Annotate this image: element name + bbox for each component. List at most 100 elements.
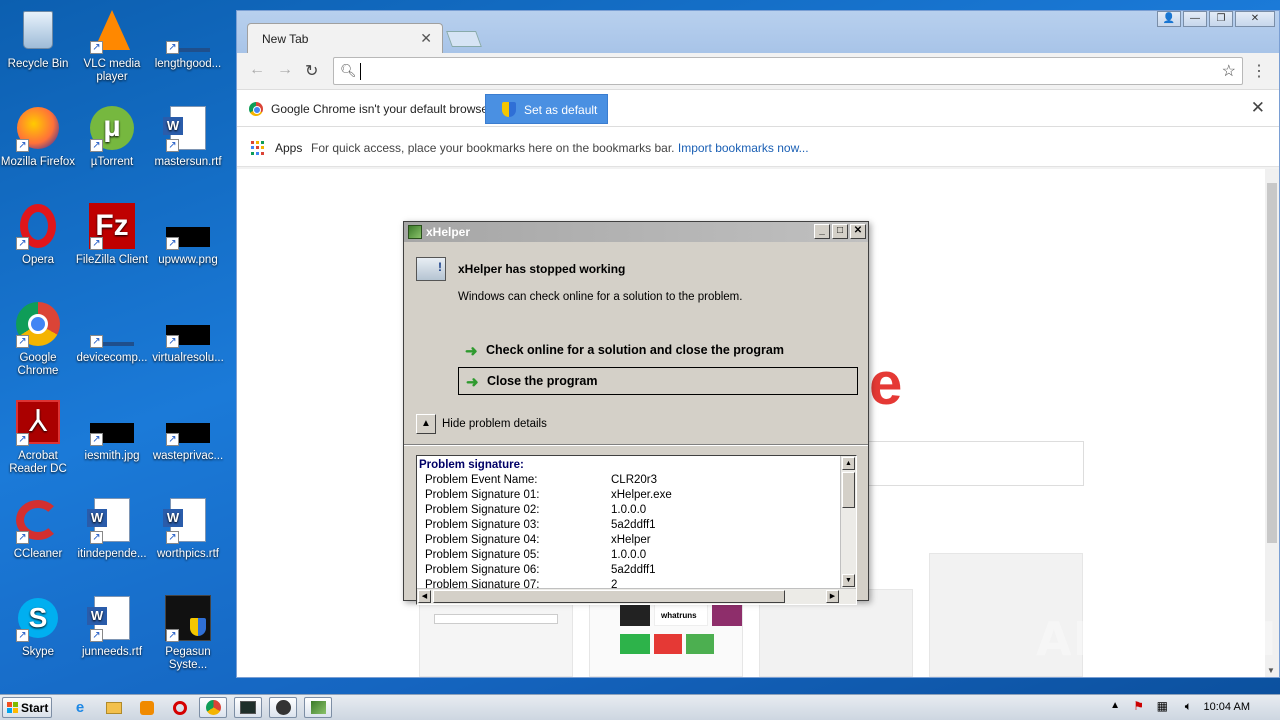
desktop-icon[interactable]: µ ↗ µTorrent — [74, 104, 150, 169]
desktop-icon[interactable]: ↗ Google Chrome — [0, 300, 76, 378]
desktop-icon-label: virtualresolu... — [152, 352, 224, 364]
set-as-default-button[interactable]: Set as default — [485, 94, 608, 124]
details-vertical-scrollbar[interactable]: ▲ ▼ — [840, 456, 856, 588]
problem-detail-key: Problem Signature 02: — [425, 504, 540, 516]
desktop-icon[interactable]: ↗ iesmith.jpg — [74, 398, 150, 463]
shortcut-arrow-icon: ↗ — [90, 629, 103, 642]
scroll-right-icon[interactable]: ▶ — [826, 590, 839, 603]
desktop-icon[interactable]: ↗ virtualresolu... — [150, 300, 226, 365]
tab-close-icon[interactable]: ✕ — [420, 30, 432, 47]
set-as-default-label: Set as default — [524, 103, 598, 117]
apps-link[interactable]: Apps — [275, 141, 302, 155]
desktop-icon[interactable]: ⅄ ↗ Acrobat Reader DC — [0, 398, 76, 476]
tray-expand-icon[interactable]: ▲ — [1110, 700, 1120, 711]
page-scrollbar-thumb[interactable] — [1267, 183, 1277, 543]
new-tab-button[interactable] — [446, 31, 482, 47]
desktop-icon[interactable]: ↗ Mozilla Firefox — [0, 104, 76, 169]
desktop-icon[interactable]: S ↗ Skype — [0, 594, 76, 659]
scroll-up-icon[interactable]: ▲ — [842, 457, 855, 470]
problem-detail-value: CLR20r3 — [611, 474, 658, 486]
desktop-icon-label: mastersun.rtf — [154, 156, 222, 168]
page-scrollbar[interactable]: ▼ — [1265, 169, 1279, 677]
image-file-icon: ↗ — [164, 202, 212, 250]
ie-icon[interactable]: e — [66, 697, 94, 718]
error-report-icon — [416, 257, 446, 281]
dialog-maximize-button[interactable]: □ — [832, 224, 848, 239]
desktop-icon[interactable]: ↗ devicecomp... — [74, 300, 150, 365]
forward-icon[interactable]: → — [277, 61, 293, 79]
import-bookmarks-link[interactable]: Import bookmarks now... — [678, 141, 809, 155]
desktop-icon[interactable]: Recycle Bin — [0, 6, 76, 71]
desktop-icon[interactable]: ↗ upwww.png — [150, 202, 226, 267]
xhelper-icon[interactable] — [304, 697, 332, 718]
anyrun-watermark: ANY RUN — [1036, 612, 1278, 666]
desktop-icon-label: µTorrent — [90, 156, 134, 168]
explorer-icon[interactable] — [100, 697, 128, 718]
address-bar[interactable]: 🔍︎ ☆ — [333, 57, 1243, 85]
problem-signature-title: Problem signature: — [419, 459, 524, 471]
minimize-button[interactable]: — — [1183, 11, 1207, 27]
close-program-button[interactable]: ➜ Close the program — [458, 367, 858, 395]
desktop-icon[interactable]: W ↗ itindepende... — [74, 496, 150, 561]
chrome-icon[interactable] — [199, 697, 227, 718]
apps-grid-icon[interactable] — [251, 141, 265, 155]
desktop-icon[interactable]: Fz ↗ FileZilla Client — [74, 202, 150, 267]
media-player-icon[interactable] — [133, 697, 161, 718]
details-vscroll-thumb[interactable] — [842, 472, 855, 508]
details-horizontal-scrollbar[interactable]: ◀ ▶ — [417, 588, 856, 604]
shortcut-arrow-icon: ↗ — [166, 433, 179, 446]
back-icon[interactable]: ← — [249, 61, 265, 79]
desktop-icon-label: Skype — [22, 646, 54, 658]
desktop-icon[interactable]: ↗ lengthgood... — [150, 6, 226, 71]
bookmark-star-icon[interactable]: ☆ — [1222, 61, 1236, 81]
windows-logo-icon — [7, 702, 19, 714]
close-window-button[interactable]: ✕ — [1235, 11, 1275, 27]
bookmarks-hint-text: For quick access, place your bookmarks h… — [311, 141, 675, 155]
reload-icon[interactable]: ↻ — [305, 61, 318, 81]
shortcut-arrow-icon: ↗ — [166, 531, 179, 544]
action-center-icon[interactable]: ⚑ — [1133, 699, 1144, 713]
chrome-menu-icon[interactable]: ⋮ — [1251, 61, 1267, 81]
shortcut-arrow-icon: ↗ — [90, 41, 103, 54]
task-icon-1[interactable] — [234, 697, 262, 718]
dialog-close-button[interactable]: ✕ — [850, 224, 866, 239]
desktop-icon[interactable]: ↗ Opera — [0, 202, 76, 267]
problem-details-box[interactable]: Problem signature: Problem Event Name: CL… — [416, 455, 857, 605]
desktop-icon-label: devicecomp... — [76, 352, 148, 364]
shortcut-arrow-icon: ↗ — [90, 433, 103, 446]
clock[interactable]: 10:04 AM — [1204, 701, 1250, 713]
scroll-down-icon[interactable]: ▼ — [842, 574, 855, 587]
maximize-button[interactable]: ❐ — [1209, 11, 1233, 27]
desktop-icon[interactable]: ↗ CCleaner — [0, 496, 76, 561]
desktop-icon[interactable]: ↗ VLC media player — [74, 6, 150, 84]
problem-detail-value: 5a2ddff1 — [611, 564, 656, 576]
hide-details-label[interactable]: Hide problem details — [442, 418, 547, 430]
details-hscroll-thumb[interactable] — [433, 590, 785, 603]
ntp-search-box[interactable] — [867, 441, 1084, 486]
check-online-button[interactable]: ➜ Check online for a solution and close … — [458, 337, 858, 365]
desktop-icon[interactable]: ↗ wasteprivac... — [150, 398, 226, 463]
desktop-icon[interactable]: W ↗ mastersun.rtf — [150, 104, 226, 169]
desktop-icon[interactable]: W ↗ junneeds.rtf — [74, 594, 150, 659]
scroll-down-icon[interactable]: ▼ — [1267, 666, 1275, 675]
start-button[interactable]: Start — [2, 697, 52, 718]
task-icon-2[interactable] — [269, 697, 297, 718]
volume-icon[interactable]: 🔈︎ — [1185, 699, 1192, 714]
tab-new-tab[interactable]: New Tab ✕ — [247, 23, 443, 53]
infobar-close-icon[interactable]: ✕ — [1251, 98, 1265, 118]
scroll-left-icon[interactable]: ◀ — [418, 590, 431, 603]
desktop-icon-label: CCleaner — [13, 548, 63, 560]
network-icon[interactable]: ▦ — [1157, 699, 1168, 713]
opera-icon[interactable] — [166, 697, 194, 718]
desktop-icon[interactable]: W ↗ worthpics.rtf — [150, 496, 226, 561]
opera-icon: ↗ — [14, 202, 62, 250]
desktop-icon-label: itindepende... — [77, 548, 147, 560]
desktop-icon[interactable]: ↗ Pegasun Syste... — [150, 594, 226, 672]
desktop-icon-label: Opera — [22, 254, 54, 266]
dialog-titlebar[interactable]: xHelper _ □ ✕ — [404, 222, 868, 242]
recycle-bin-icon — [14, 6, 62, 54]
collapse-details-icon[interactable]: ▲ — [416, 414, 436, 434]
dialog-minimize-button[interactable]: _ — [814, 224, 830, 239]
profile-icon[interactable]: 👤 — [1157, 11, 1181, 27]
pegasun-icon: ↗ — [164, 594, 212, 642]
